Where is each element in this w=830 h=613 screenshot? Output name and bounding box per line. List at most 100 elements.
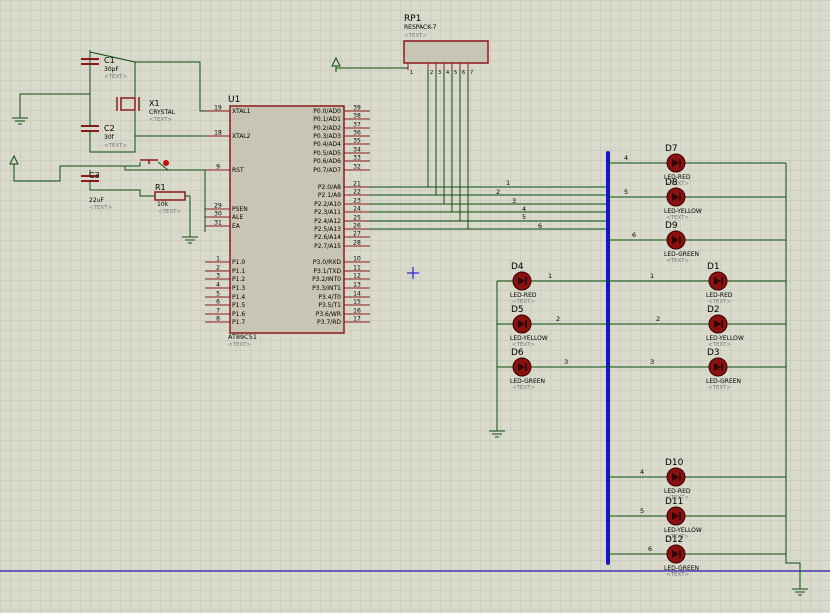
mcu-pin-num: 2 xyxy=(216,265,220,272)
led-ref: D12 xyxy=(665,535,683,545)
led-type: LED-GREEN xyxy=(706,378,741,385)
c2-value: 30f xyxy=(104,134,115,141)
mcu-pin-num: 35 xyxy=(353,138,361,145)
mcu-pin-name: P1.3 xyxy=(232,285,245,292)
mcu-pin-num: 10 xyxy=(353,256,361,263)
led-ref: D7 xyxy=(665,144,678,154)
mcu-pin-num: 30 xyxy=(214,211,222,218)
respack-pin-num: 2 xyxy=(430,70,433,76)
led-ref: D8 xyxy=(665,178,678,188)
mcu-pin-name: P1.4 xyxy=(232,294,245,301)
mcu-pin-name: P0.3/AD3 xyxy=(313,133,341,140)
mcu-pin-name: P2.4/A12 xyxy=(314,218,341,225)
mcu-pin-name: P0.4/AD4 xyxy=(313,141,341,148)
mcu-pin-name: P2.2/A10 xyxy=(314,201,341,208)
mcu-pin-name: P3.4/T0 xyxy=(318,294,341,301)
net-label: 4 xyxy=(522,205,526,213)
mcu-pin-num: 16 xyxy=(353,308,361,315)
mcu-pin-num: 27 xyxy=(353,231,361,238)
button-dot xyxy=(163,160,169,166)
led-placeholder: <TEXT> xyxy=(708,385,731,391)
respack-body xyxy=(403,40,489,64)
mcu-pin-name: XTAL2 xyxy=(232,133,251,140)
led-ref: D5 xyxy=(511,305,524,315)
led-type: LED-YELLOW xyxy=(664,208,702,215)
mcu-pin-num: 37 xyxy=(353,122,361,129)
net-label: 2 xyxy=(556,315,560,323)
c1-value: 30pF xyxy=(104,66,119,73)
c2-ref: C2 xyxy=(104,124,115,133)
respack-ref: RP1 xyxy=(404,14,421,24)
mcu-pin-name: P2.0/A8 xyxy=(318,184,341,191)
mcu-pin-num: 22 xyxy=(353,189,361,196)
respack-pin-num: 5 xyxy=(454,70,457,76)
mcu-pin-name: P1.6 xyxy=(232,311,245,318)
mcu-pin-num: 31 xyxy=(214,220,222,227)
mcu-pin-name: P2.7/A15 xyxy=(314,243,341,250)
led-ref: D3 xyxy=(707,348,720,358)
mcu-pin-num: 39 xyxy=(353,105,361,112)
mcu-pin-name: P1.0 xyxy=(232,259,245,266)
led-type: LED-YELLOW xyxy=(706,335,744,342)
mcu-pin-name: P0.2/AD2 xyxy=(313,125,341,132)
mcu-pin-name: P3.1/TXD xyxy=(313,268,341,275)
mcu-pin-name: P3.5/T1 xyxy=(318,302,341,309)
r1-value: 10k xyxy=(157,201,169,208)
respack-pin-num: 1 xyxy=(410,70,413,76)
net-label: 3 xyxy=(512,197,516,205)
mcu-pin-num: 7 xyxy=(216,308,220,315)
mcu-pin-num: 38 xyxy=(353,113,361,120)
led-placeholder: <TEXT> xyxy=(666,572,689,578)
respack-pin-num: 3 xyxy=(438,70,441,76)
mcu-pin-num: 34 xyxy=(353,147,361,154)
mcu-pin-name: P3.2/INT0 xyxy=(312,276,341,283)
x1-placeholder: <TEXT> xyxy=(149,117,172,123)
r1-ref: R1 xyxy=(155,183,166,192)
respack-pin-num: 7 xyxy=(470,70,473,76)
led-ref: D2 xyxy=(707,305,720,315)
mcu-pin-name: P2.6/A14 xyxy=(314,234,341,241)
mcu-pin-num: 15 xyxy=(353,299,361,306)
led-type: LED-RED xyxy=(510,292,537,299)
net-label: 1 xyxy=(506,179,510,187)
led-type: LED-GREEN xyxy=(510,378,545,385)
mcu-pin-name: P3.0/RXD xyxy=(313,259,341,266)
mcu-placeholder: <TEXT> xyxy=(228,342,251,348)
led-placeholder: <TEXT> xyxy=(512,385,535,391)
mcu-pin-name: ALE xyxy=(232,214,243,221)
net-label: 5 xyxy=(624,188,628,196)
mcu-pin-name: P0.5/AD5 xyxy=(313,150,341,157)
mcu-pin-num: 28 xyxy=(353,240,361,247)
mcu-pin-num: 21 xyxy=(353,181,361,188)
schematic-canvas[interactable]: C130pF<TEXT>X1CRYSTAL<TEXT>C230f<TEXT>C3… xyxy=(0,0,830,613)
led-type: LED-RED xyxy=(706,292,733,299)
led-ref: D9 xyxy=(665,221,678,231)
net-label: 2 xyxy=(496,188,500,196)
mcu-pin-name: PSEN xyxy=(232,206,248,213)
mcu-pin-num: 5 xyxy=(216,291,220,298)
c1-placeholder: <TEXT> xyxy=(104,74,127,80)
c3-ref: C3 xyxy=(89,171,100,180)
led-type: LED-GREEN xyxy=(664,565,699,572)
mcu-ref: U1 xyxy=(228,95,240,105)
mcu-pin-name: XTAL1 xyxy=(232,108,251,115)
mcu-pin-name: P3.6/WR xyxy=(316,311,341,318)
net-label: 2 xyxy=(656,315,660,323)
mcu-pin-name: P0.7/AD7 xyxy=(313,167,341,174)
c3-value: 22uF xyxy=(89,197,104,204)
led-ref: D4 xyxy=(511,262,524,272)
led-ref: D1 xyxy=(707,262,720,272)
led-ref: D11 xyxy=(665,497,683,507)
net-label: 1 xyxy=(650,272,654,280)
r1-placeholder: <TEXT> xyxy=(158,209,181,215)
mcu-pin-num: 17 xyxy=(353,316,361,323)
mcu-part-name: AT89C51 xyxy=(228,333,257,341)
net-label: 6 xyxy=(538,222,542,230)
mcu-pin-name: P3.7/RD xyxy=(317,319,341,326)
mcu-pin-name: P0.1/AD1 xyxy=(313,116,341,123)
mcu-pin-name: EA xyxy=(232,223,241,230)
net-label: 4 xyxy=(624,154,628,162)
mcu-pin-num: 29 xyxy=(214,203,222,210)
mcu-pin-name: P2.5/A13 xyxy=(314,226,341,233)
led-ref: D10 xyxy=(665,458,684,468)
